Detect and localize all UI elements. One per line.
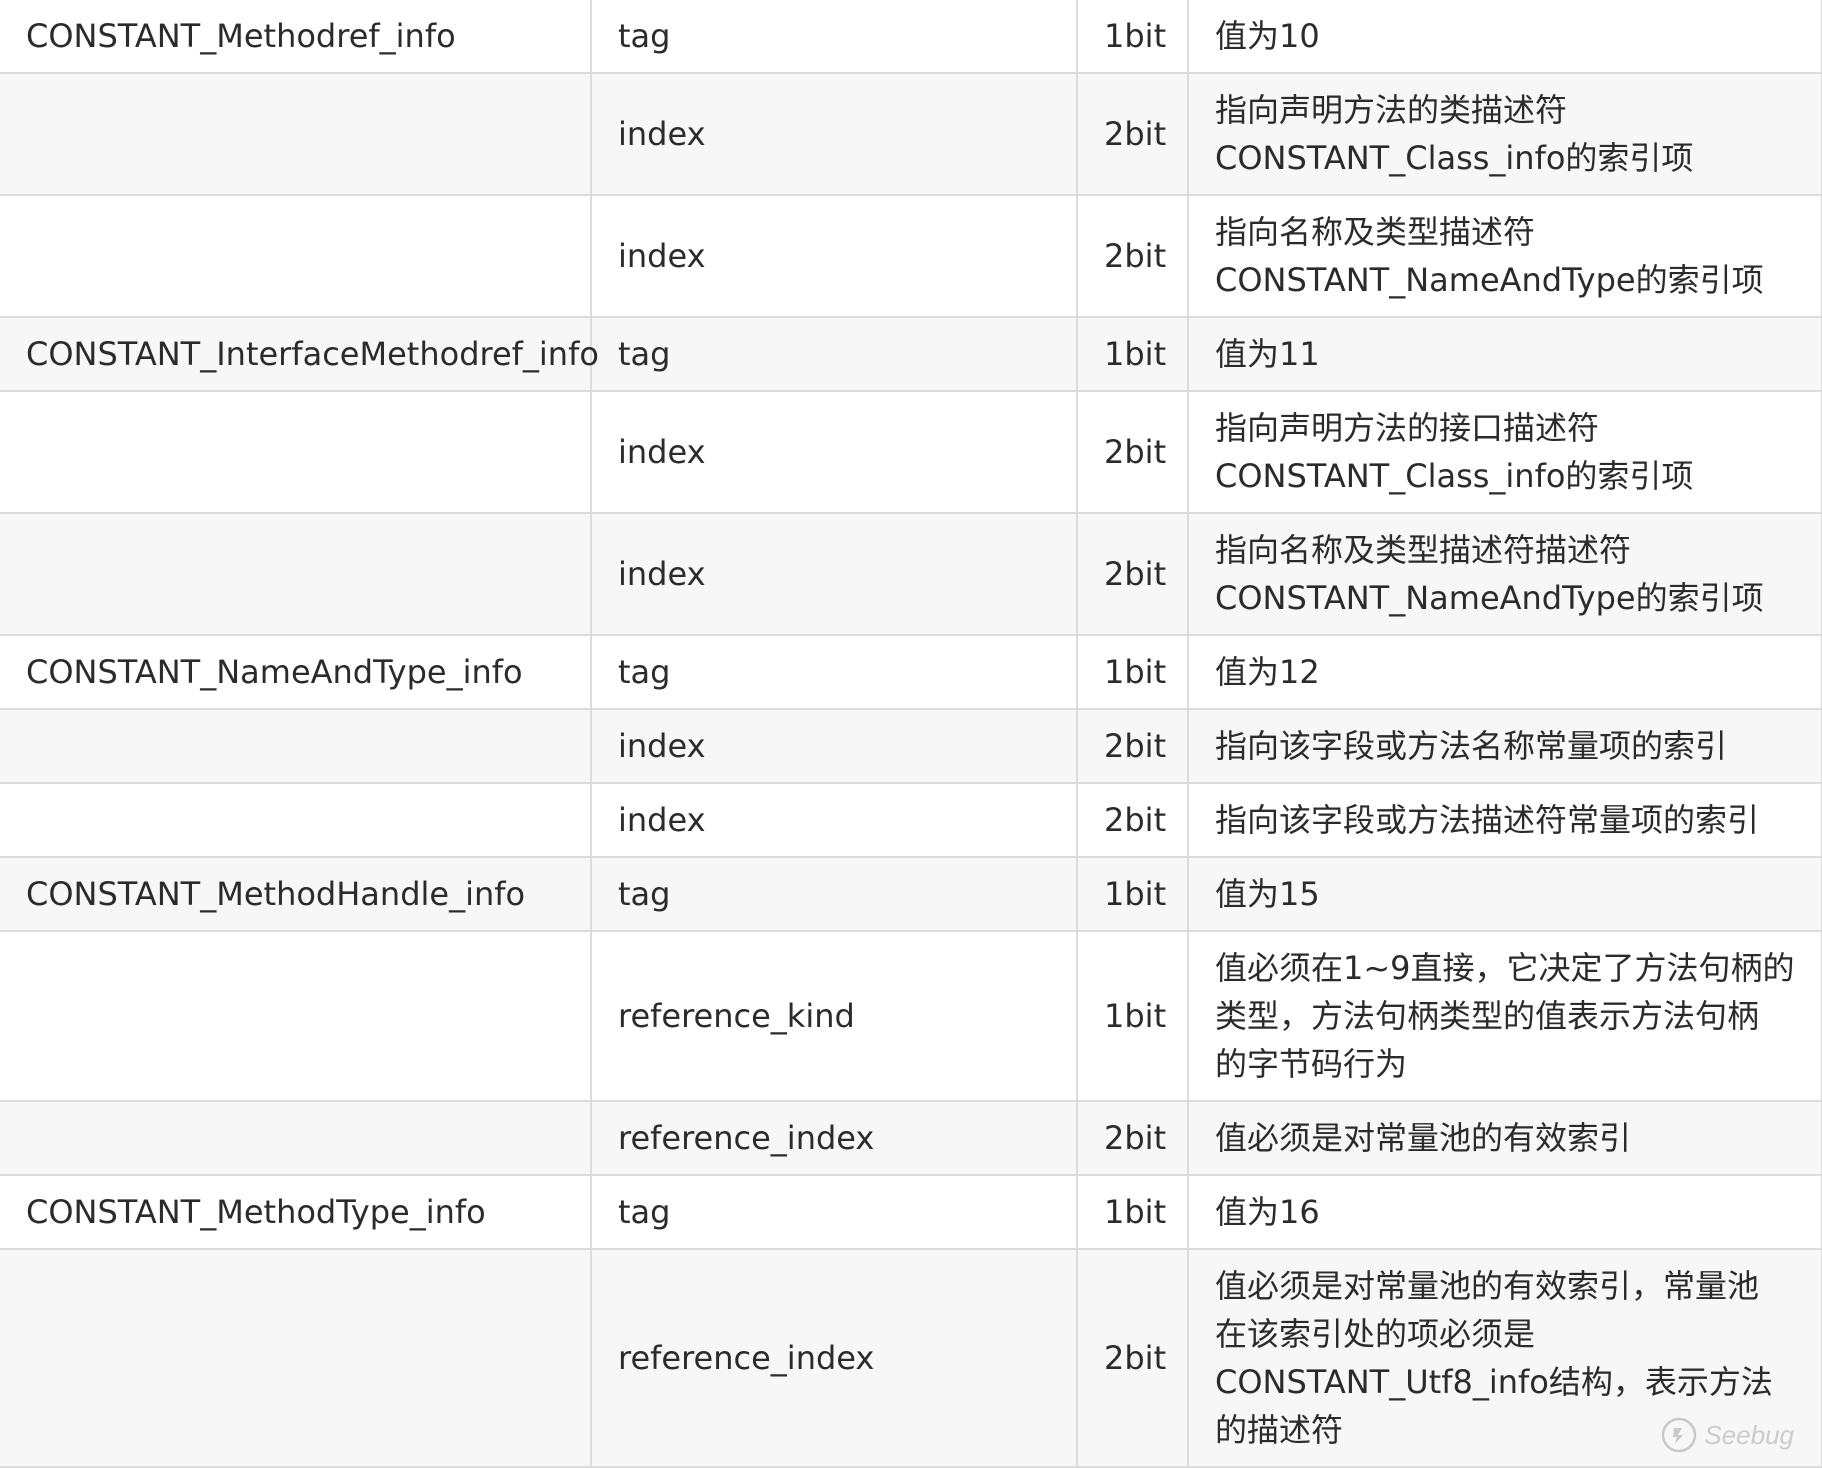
- cell-description: 值为10: [1187, 0, 1822, 74]
- cell-size: 2bit: [1076, 194, 1189, 318]
- cell-constant-name: CONSTANT_MethodType_info: [0, 1174, 592, 1250]
- cell-description: 指向声明方法的类描述符 CONSTANT_Class_info的索引项: [1187, 72, 1822, 196]
- table-row: CONSTANT_Methodref_info tag 1bit 值为10: [0, 0, 1822, 74]
- cell-description: 指向该字段或方法描述符常量项的索引: [1187, 782, 1822, 858]
- seebug-logo-icon: [1660, 1416, 1698, 1454]
- cell-size: 1bit: [1076, 316, 1189, 392]
- seebug-watermark: Seebug: [1660, 1416, 1794, 1454]
- cell-constant-name: [0, 390, 592, 514]
- table-row: CONSTANT_NameAndType_info tag 1bit 值为12: [0, 634, 1822, 710]
- cell-size: 1bit: [1076, 930, 1189, 1102]
- cell-size: 1bit: [1076, 0, 1189, 74]
- cell-constant-name: [0, 512, 592, 636]
- cell-size: 2bit: [1076, 1100, 1189, 1176]
- cell-item: index: [590, 194, 1078, 318]
- cell-constant-name: CONSTANT_NameAndType_info: [0, 634, 592, 710]
- cell-constant-name: [0, 930, 592, 1102]
- cell-constant-name: [0, 1248, 592, 1468]
- cell-size: 2bit: [1076, 782, 1189, 858]
- cell-item: index: [590, 72, 1078, 196]
- table-row: reference_index 2bit 值必须是对常量池的有效索引，常量池 在…: [0, 1248, 1822, 1468]
- cell-item: tag: [590, 856, 1078, 932]
- table-row: CONSTANT_MethodType_info tag 1bit 值为16: [0, 1174, 1822, 1250]
- cell-item: tag: [590, 1174, 1078, 1250]
- constant-pool-table: CONSTANT_Methodref_info tag 1bit 值为10 in…: [0, 0, 1822, 1468]
- table-row: index 2bit 指向声明方法的类描述符 CONSTANT_Class_in…: [0, 72, 1822, 196]
- cell-item: index: [590, 390, 1078, 514]
- table-row: reference_kind 1bit 值必须在1~9直接，它决定了方法句柄的 …: [0, 930, 1822, 1102]
- cell-description: 值为15: [1187, 856, 1822, 932]
- cell-item: reference_kind: [590, 930, 1078, 1102]
- cell-constant-name: CONSTANT_MethodHandle_info: [0, 856, 592, 932]
- cell-item: tag: [590, 634, 1078, 710]
- cell-constant-name: [0, 194, 592, 318]
- cell-size: 2bit: [1076, 1248, 1189, 1468]
- cell-item: index: [590, 782, 1078, 858]
- cell-item: tag: [590, 0, 1078, 74]
- cell-description: 值必须是对常量池的有效索引: [1187, 1100, 1822, 1176]
- watermark-text: Seebug: [1704, 1419, 1794, 1450]
- cell-size: 1bit: [1076, 1174, 1189, 1250]
- cell-size: 2bit: [1076, 512, 1189, 636]
- cell-size: 1bit: [1076, 856, 1189, 932]
- cell-constant-name: [0, 72, 592, 196]
- cell-constant-name: CONSTANT_Methodref_info: [0, 0, 592, 74]
- cell-constant-name: CONSTANT_InterfaceMethodref_info: [0, 316, 599, 392]
- cell-size: 2bit: [1076, 390, 1189, 514]
- cell-description: 值为16: [1187, 1174, 1822, 1250]
- cell-description: 指向声明方法的接口描述符 CONSTANT_Class_info的索引项: [1187, 390, 1822, 514]
- table-row: index 2bit 指向该字段或方法名称常量项的索引: [0, 708, 1822, 784]
- cell-size: 2bit: [1076, 708, 1189, 784]
- cell-item: index: [590, 512, 1078, 636]
- cell-constant-name: [0, 782, 592, 858]
- table-row: index 2bit 指向该字段或方法描述符常量项的索引: [0, 782, 1822, 858]
- cell-size: 2bit: [1076, 72, 1189, 196]
- cell-constant-name: [0, 1100, 592, 1176]
- table-row: reference_index 2bit 值必须是对常量池的有效索引: [0, 1100, 1822, 1176]
- cell-description: 指向名称及类型描述符描述符 CONSTANT_NameAndType的索引项: [1187, 512, 1822, 636]
- cell-description: 值为12: [1187, 634, 1822, 710]
- cell-description: 值为11: [1187, 316, 1822, 392]
- cell-description: 指向名称及类型描述符 CONSTANT_NameAndType的索引项: [1187, 194, 1822, 318]
- table-row: CONSTANT_MethodHandle_info tag 1bit 值为15: [0, 856, 1822, 932]
- cell-item: reference_index: [590, 1248, 1078, 1468]
- table-row: index 2bit 指向声明方法的接口描述符 CONSTANT_Class_i…: [0, 390, 1822, 514]
- table-row: CONSTANT_InterfaceMethodref_info tag 1bi…: [0, 316, 1822, 392]
- table-row: index 2bit 指向名称及类型描述符描述符 CONSTANT_NameAn…: [0, 512, 1822, 636]
- cell-constant-name: [0, 708, 592, 784]
- cell-item: index: [590, 708, 1078, 784]
- cell-description: 指向该字段或方法名称常量项的索引: [1187, 708, 1822, 784]
- cell-size: 1bit: [1076, 634, 1189, 710]
- cell-item: tag: [590, 316, 1078, 392]
- cell-description: 值必须在1~9直接，它决定了方法句柄的 类型，方法句柄类型的值表示方法句柄 的字…: [1187, 930, 1822, 1102]
- table-row: index 2bit 指向名称及类型描述符 CONSTANT_NameAndTy…: [0, 194, 1822, 318]
- cell-item: reference_index: [590, 1100, 1078, 1176]
